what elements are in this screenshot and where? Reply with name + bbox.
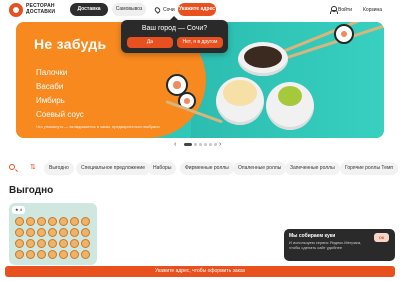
roll-piece-image	[15, 239, 24, 248]
wasabi-image	[278, 86, 302, 106]
roll-piece-image	[26, 250, 35, 259]
section-title: Выгодно	[9, 185, 54, 196]
cookie-notice: Мы собираем куки И используем сервис Янд…	[284, 229, 395, 261]
banner-item: Имбирь	[36, 96, 65, 105]
roll-piece-image	[70, 239, 79, 248]
roll-piece-image	[37, 228, 46, 237]
roll-piece-image	[81, 239, 90, 248]
roll-piece-image	[59, 217, 68, 226]
carousel-dot[interactable]	[204, 143, 207, 146]
address-reminder-bar[interactable]: Укажите адрес, чтобы оформить заказ	[5, 266, 395, 277]
city-confirm-popup: Ваш город — Сочи? Да Нет, я в другом	[121, 16, 228, 53]
roll-piece-image	[59, 239, 68, 248]
carousel-prev-arrow-icon[interactable]: ‹	[174, 141, 176, 148]
roll-piece-image	[48, 250, 57, 259]
banner-item: Палочки	[36, 68, 68, 77]
carousel-dot[interactable]	[184, 143, 192, 146]
roll-piece-image	[15, 250, 24, 259]
ginger-image	[223, 80, 257, 106]
banner-item: Соевый соус	[36, 110, 84, 119]
banner-list: Палочки Васаби Имбирь Соевый соус	[36, 66, 84, 122]
category-chip[interactable]: Опаленные роллы	[233, 162, 287, 175]
roll-piece-image	[48, 228, 57, 237]
sushi-roll-image	[334, 24, 354, 44]
roll-piece-image	[59, 228, 68, 237]
carousel-dot[interactable]	[209, 143, 212, 146]
user-icon[interactable]	[330, 6, 338, 14]
roll-piece-image	[26, 217, 35, 226]
login-link[interactable]: Войти	[338, 4, 352, 16]
category-chip[interactable]: Наборы	[148, 162, 177, 175]
pickup-tab[interactable]: Самовывоз	[112, 3, 146, 16]
carousel-dot[interactable]	[214, 143, 217, 146]
roll-piece-image	[81, 217, 90, 226]
roll-piece-image	[81, 228, 90, 237]
logo-icon[interactable]	[9, 3, 23, 17]
banner-note: Что упомянуто — вкладывается в заказ, пр…	[36, 124, 160, 129]
filter-icon[interactable]: ⇅	[30, 163, 36, 171]
logo-line-2: ДОСТАВКИ	[26, 9, 56, 15]
city-question: Ваш город — Сочи?	[141, 25, 208, 32]
carousel-dot[interactable]	[199, 143, 202, 146]
roll-piece-image	[81, 250, 90, 259]
site-header: РЕСТОРАН ДОСТАВКИ Доставка Самовывоз Соч…	[0, 0, 400, 20]
roll-piece-image	[70, 228, 79, 237]
banner-title: Не забудь	[34, 36, 107, 52]
category-chip[interactable]: Специальное предложение	[76, 162, 151, 175]
carousel-next-arrow-icon[interactable]: ›	[219, 141, 221, 148]
roll-piece-image	[48, 217, 57, 226]
category-chip[interactable]: Фирменные роллы	[180, 162, 234, 175]
banner-item: Васаби	[36, 82, 64, 91]
roll-piece-image	[26, 228, 35, 237]
specify-address-button[interactable]: Укажите адрес	[178, 3, 216, 16]
roll-piece-image	[70, 217, 79, 226]
city-no-button[interactable]: Нет, я в другом	[177, 37, 223, 48]
product-card[interactable]: ★ 4	[9, 203, 97, 265]
cookie-text: И используем сервис Яндекс.Метрика, чтоб…	[289, 240, 362, 250]
location-pin-icon	[153, 6, 162, 14]
roll-piece-image	[37, 239, 46, 248]
cart-link[interactable]: Корзина	[363, 4, 382, 16]
logo-text[interactable]: РЕСТОРАН ДОСТАВКИ	[26, 3, 55, 15]
roll-piece-image	[37, 217, 46, 226]
city-yes-button[interactable]: Да	[127, 37, 173, 48]
roll-piece-image	[59, 250, 68, 259]
roll-piece-image	[37, 250, 46, 259]
roll-piece-image	[70, 250, 79, 259]
cookie-title: Мы собираем куки	[289, 233, 336, 239]
roll-piece-image	[15, 228, 24, 237]
search-icon[interactable]	[9, 164, 15, 170]
carousel-dot[interactable]	[194, 143, 197, 146]
category-bar: ⇅ Выгодно Специальное предложение Наборы…	[0, 160, 400, 176]
rating-badge: ★ 4	[12, 206, 25, 214]
delivery-tab[interactable]: Доставка	[70, 3, 108, 16]
category-chip[interactable]: Выгодно	[44, 162, 74, 175]
carousel-dots	[184, 143, 217, 146]
roll-piece-image	[15, 217, 24, 226]
category-chip[interactable]: Запеченные роллы	[285, 162, 340, 175]
soy-sauce-image	[244, 46, 282, 68]
roll-piece-image	[26, 239, 35, 248]
roll-piece-image	[48, 239, 57, 248]
cookie-ok-button[interactable]: ОК	[374, 233, 389, 242]
city-selector[interactable]: Сочи	[163, 4, 175, 16]
category-chip[interactable]: Горячие роллы Темп	[340, 162, 399, 175]
